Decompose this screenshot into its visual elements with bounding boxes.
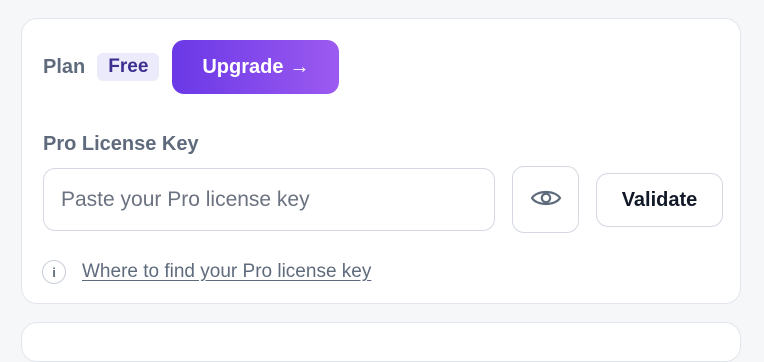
upgrade-button[interactable]: Upgrade → xyxy=(172,40,340,94)
upgrade-button-label: Upgrade xyxy=(202,55,284,78)
license-key-input[interactable] xyxy=(43,168,495,231)
info-icon: i xyxy=(42,260,66,284)
next-card xyxy=(21,322,741,362)
find-license-key-link[interactable]: Where to find your Pro license key xyxy=(82,261,371,283)
validate-button[interactable]: Validate xyxy=(596,173,723,227)
plan-row: Plan Free Upgrade → xyxy=(43,40,340,94)
plan-badge: Free xyxy=(97,53,160,81)
license-settings-card: Plan Free Upgrade → Pro License Key Vali… xyxy=(21,18,741,304)
toggle-visibility-button[interactable] xyxy=(512,166,579,233)
help-row: i Where to find your Pro license key xyxy=(42,258,371,286)
eye-icon xyxy=(530,188,562,211)
arrow-right-icon: → xyxy=(289,55,310,78)
license-key-label: Pro License Key xyxy=(43,133,199,155)
plan-label: Plan xyxy=(43,55,86,78)
